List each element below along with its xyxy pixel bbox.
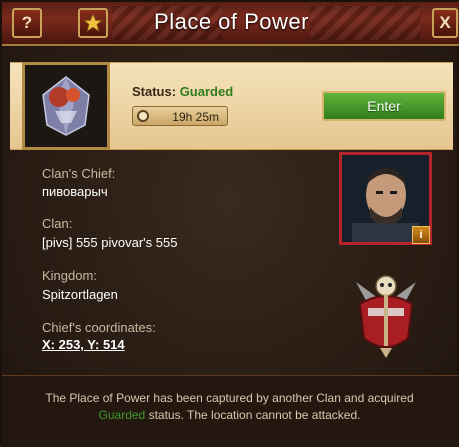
clan-value: [pivs] 555 pivovar's 555 (42, 235, 178, 250)
chief-value: пивоварыч (42, 184, 108, 199)
clock-icon (137, 110, 149, 122)
kingdom-value: Spitzortlagen (42, 287, 118, 302)
footer-text-highlight: Guarded (98, 408, 146, 422)
coords-label: Chief's coordinates: (42, 320, 156, 335)
place-of-power-image (22, 62, 110, 150)
status-label: Status: (132, 84, 177, 99)
crystal-icon (25, 65, 107, 147)
enter-button[interactable]: Enter (322, 91, 446, 121)
window-title: Place of Power (154, 9, 309, 34)
footer-text-part1: The Place of Power has been captured by … (45, 391, 414, 405)
status-text: Status: Guarded (132, 84, 233, 99)
info-button[interactable]: i (412, 226, 430, 244)
question-icon: ? (21, 13, 33, 32)
timer-value: 19h 25m (172, 110, 219, 124)
star-icon (82, 12, 104, 33)
coords-link[interactable]: X: 253, Y: 514 (42, 337, 125, 352)
chief-label: Clan's Chief: (42, 166, 116, 181)
clan-emblem-icon (356, 275, 416, 358)
footer-message: The Place of Power has been captured by … (22, 390, 437, 424)
footer-text-part2: status. The location cannot be attacked. (148, 408, 361, 422)
kingdom-label: Kingdom: (42, 268, 97, 283)
favorite-button[interactable] (78, 8, 108, 38)
help-button[interactable]: ? (12, 8, 42, 38)
place-of-power-window: Place of Power ? X Status: Guarded 19h 2 (0, 0, 459, 447)
close-button[interactable]: X (432, 8, 458, 38)
status-value: Guarded (179, 84, 234, 99)
title-bar: Place of Power ? X (2, 2, 459, 46)
clan-label: Clan: (42, 216, 73, 231)
close-icon: X (439, 13, 451, 32)
timer-badge: 19h 25m (132, 106, 228, 126)
